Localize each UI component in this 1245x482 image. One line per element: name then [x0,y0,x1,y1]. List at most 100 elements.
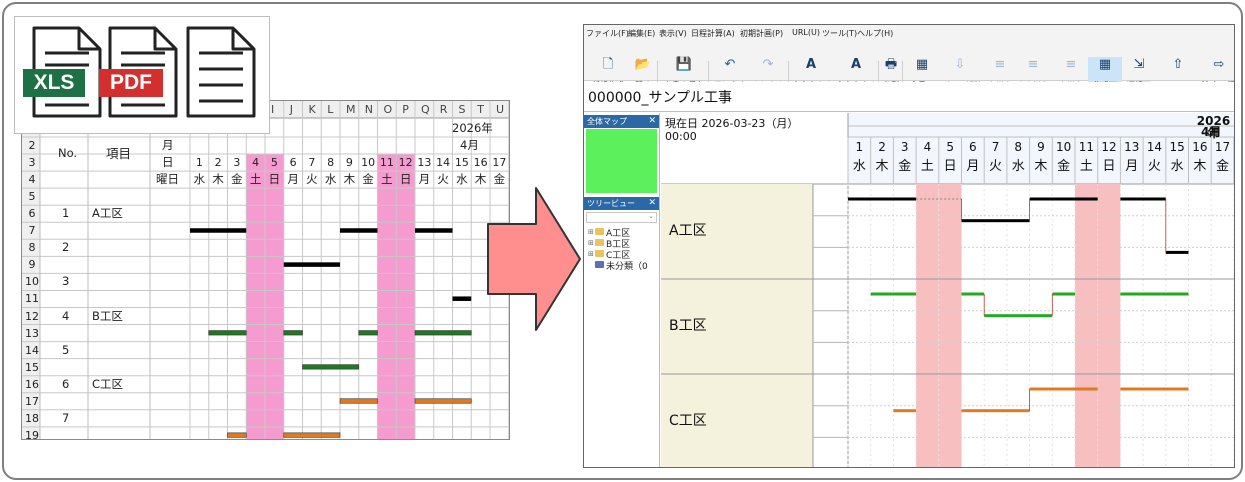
menu-item[interactable]: 編集(E) [628,28,655,39]
entry-number: 7 [62,410,70,425]
tree-filter-dropdown[interactable]: ⌄ [586,212,657,223]
toolbar: 🗋新規作成📂開く💾上書き保存↶元に戻す↷やり直すA文字大きくA文字小さく🖶印刷▦… [584,39,1234,93]
entry-number: 4 [62,308,70,323]
column-letter: T [477,103,484,116]
entry-item: B工区 [92,308,123,323]
create-mode-icon: ▦ [1098,57,1112,72]
menu-item[interactable]: ヘルプ(H) [857,28,893,39]
illustration-frame: I J K L M N O P Q R S T U 2 3 4 5 6 7 8 9 10 11 12 13 14 15 16 17 18 1… [2,2,1243,480]
blank-row-icon: ⇨ [1213,57,1225,72]
day-number: 17 [492,156,507,170]
entry-item: C工区 [92,376,124,391]
overview-pane-title: 全体マップ [587,117,627,126]
weekday: 日 [268,172,281,187]
menu-item[interactable]: 初期計画(P) [740,28,783,39]
column-letter: J [289,103,293,116]
day-number: 10 [361,156,376,170]
gantt-weekday: 土 [1079,159,1093,174]
row-number: 16 [25,377,39,391]
gantt-day: 11 [1078,140,1094,154]
row-number: 5 [28,190,36,204]
entry-number: 3 [62,274,70,289]
conversion-arrow-icon [487,187,581,331]
weekday: 月 [418,172,431,187]
weekday: 火 [437,172,449,187]
gantt-weekday: 月 [966,159,980,174]
menu-item[interactable]: 日程計算(A) [691,28,735,39]
weekday: 土 [381,172,393,187]
menu-item[interactable]: ツール(T) [822,28,857,39]
text-file-icon [185,25,257,119]
select-mode-icon: ⇲ [1133,57,1145,72]
column-letter: I [271,103,275,116]
column-letter: S [458,103,466,116]
font-decrease-icon: A [850,57,862,72]
gantt-day: 7 [991,140,1000,154]
row-number: 9 [28,258,36,272]
gantt-day: 6 [969,140,977,154]
tree-item[interactable]: ⊞ C工区 [588,248,658,261]
open-folder-icon: 📂 [634,57,652,72]
gantt-day: 8 [1014,140,1023,154]
tree-item[interactable]: 未分類（0 [588,259,658,272]
title-bar: 000000_サンプル工事 [584,82,1234,112]
weekday: 金 [493,172,506,187]
tree-item[interactable]: ⊞ B工区 [588,237,658,250]
font-increase-icon: A [805,57,817,72]
row-number: 11 [25,292,39,306]
row-number: 15 [25,360,39,374]
menu-item[interactable]: 表示(V) [659,28,687,39]
gantt-day: 1 [855,140,864,154]
close-icon[interactable]: ✕ [648,197,656,210]
gantt-day: 3 [900,140,909,154]
day-number: 15 [454,156,469,170]
gantt-weekday: 木 [1193,159,1207,174]
expand-icon[interactable]: ⊞ [588,228,594,236]
row-number: 17 [25,394,39,408]
project-title: 000000_サンプル工事 [588,90,733,106]
day-number: 12 [398,156,413,170]
gantt-weekday: 水 [852,159,866,174]
gantt-day: 10 [1056,140,1072,154]
tree-pane-header[interactable]: ツリービュー ✕ [584,197,659,210]
row-number: 7 [28,224,36,238]
menu-item[interactable]: URL(U) [792,28,820,37]
tree-item-label: 未分類（0 [606,262,648,272]
folder-icon [595,228,604,235]
gantt-day: 4 [923,140,932,154]
weekday: 木 [212,172,224,187]
excel-schedule-sheet: I J K L M N O P Q R S T U 2 3 4 5 6 7 8 9 10 11 12 13 14 15 16 17 18 1… [21,100,510,440]
day-number: 14 [436,156,451,170]
month-label: 月 [162,138,174,152]
weekday: 木 [343,172,356,187]
day-number: 13 [417,156,432,170]
row-number: 3 [28,156,36,170]
expand-icon[interactable]: ⊞ [588,239,594,247]
pdf-file-icon: PDF [99,25,179,119]
overview-map[interactable] [586,129,657,193]
gantt-weekday: 日 [1102,159,1116,174]
day-number: 9 [345,156,353,170]
scheduler-app-window: ファイル(F) 編集(E) 表示(V) 日程計算(A) 初期計画(P) URL(U) ツール… [583,24,1235,468]
gantt-day: 9 [1037,140,1045,154]
menu-item[interactable]: ファイル(F) [586,28,629,39]
overview-pane-header[interactable]: 全体マップ ✕ [584,115,659,128]
weekday: 水 [193,172,206,187]
no-header: No. [58,146,78,161]
item-header: 項目 [106,146,132,162]
gantt-day: 15 [1169,140,1185,154]
column-letter: U [496,103,505,116]
row-number: 18 [25,411,39,425]
row-number: 10 [25,275,39,289]
day-number: 2 [214,156,222,170]
gantt-weekday: 金 [1057,159,1071,174]
gantt-day: 16 [1192,140,1208,154]
gantt-day: 17 [1214,140,1231,154]
excel-year: 2026年 [452,121,493,135]
close-icon[interactable]: ✕ [648,115,656,128]
gantt-day: 2 [878,140,886,154]
day-number: 7 [308,156,316,170]
section-label: A工区 [669,223,707,239]
tree-item[interactable]: ⊞ A工区 [588,226,658,239]
expand-icon[interactable]: ⊞ [588,250,594,258]
